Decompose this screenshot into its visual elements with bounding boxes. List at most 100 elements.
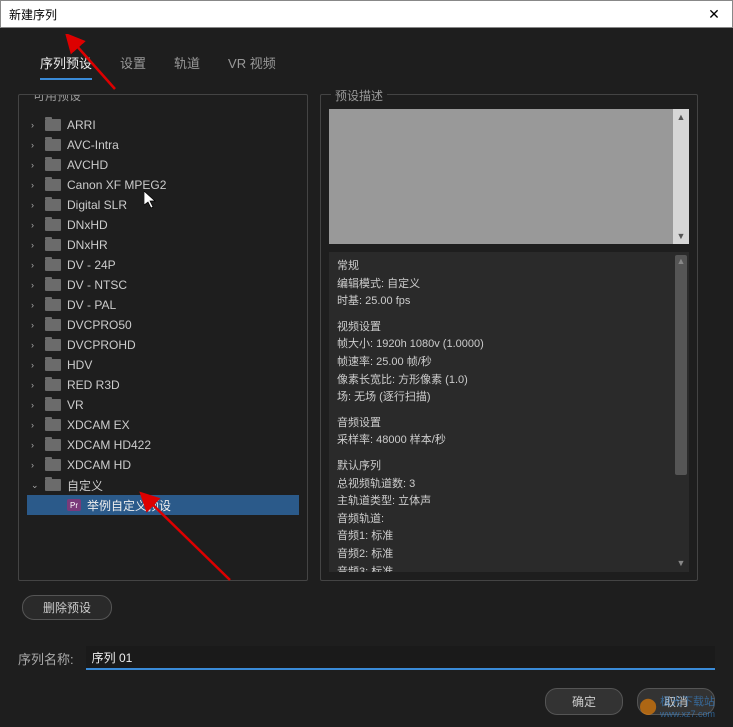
chevron-right-icon: › xyxy=(31,420,45,430)
chevron-right-icon: › xyxy=(31,440,45,450)
detail-heading: 常规 xyxy=(337,258,681,276)
tree-folder[interactable]: ›HDV xyxy=(27,355,299,375)
ok-button[interactable]: 确定 xyxy=(545,688,623,715)
detail-line: 音频2: 标准 xyxy=(337,546,681,564)
tree-folder[interactable]: ›VR xyxy=(27,395,299,415)
folder-icon xyxy=(45,279,61,291)
chevron-right-icon: › xyxy=(31,240,45,250)
tree-folder[interactable]: ›AVC-Intra xyxy=(27,135,299,155)
folder-icon xyxy=(45,199,61,211)
description-textarea[interactable]: ▲ ▼ xyxy=(329,109,689,244)
chevron-right-icon: › xyxy=(31,340,45,350)
tree-folder[interactable]: ›Digital SLR xyxy=(27,195,299,215)
tab-settings[interactable]: 设置 xyxy=(120,53,146,80)
tree-folder[interactable]: ›DV - NTSC xyxy=(27,275,299,295)
dialog-body: 序列预设 设置 轨道 VR 视频 可用预设 ›ARRI ›AVC-Intra ›… xyxy=(0,28,733,727)
scroll-thumb[interactable] xyxy=(675,255,687,475)
tab-sequence-preset[interactable]: 序列预设 xyxy=(40,53,92,80)
folder-icon xyxy=(45,259,61,271)
detail-line: 时基: 25.00 fps xyxy=(337,293,681,311)
detail-heading: 默认序列 xyxy=(337,458,681,476)
chevron-right-icon: › xyxy=(31,300,45,310)
chevron-right-icon: › xyxy=(31,220,45,230)
detail-line: 音频1: 标准 xyxy=(337,528,681,546)
delete-preset-button[interactable]: 删除预设 xyxy=(22,595,112,620)
tree-folder[interactable]: ›DV - PAL xyxy=(27,295,299,315)
preset-icon: Pr xyxy=(67,499,81,511)
tab-vr-video[interactable]: VR 视频 xyxy=(228,53,276,80)
detail-line: 总视频轨道数: 3 xyxy=(337,476,681,494)
chevron-right-icon: › xyxy=(31,280,45,290)
panel-label: 可用预设 xyxy=(29,94,85,104)
tree-folder[interactable]: ›Canon XF MPEG2 xyxy=(27,175,299,195)
folder-icon xyxy=(45,139,61,151)
panel-label: 预设描述 xyxy=(331,87,387,104)
tree-folder-custom[interactable]: ⌄自定义 xyxy=(27,475,299,495)
folder-icon xyxy=(45,299,61,311)
sequence-name-row: 序列名称: xyxy=(18,646,715,670)
preset-tree[interactable]: ›ARRI ›AVC-Intra ›AVCHD ›Canon XF MPEG2 … xyxy=(27,115,299,515)
chevron-right-icon: › xyxy=(31,180,45,190)
detail-heading: 视频设置 xyxy=(337,319,681,337)
tree-folder[interactable]: ›DNxHD xyxy=(27,215,299,235)
tree-folder[interactable]: ›AVCHD xyxy=(27,155,299,175)
scrollbar[interactable]: ▲ ▼ xyxy=(673,109,689,244)
folder-icon xyxy=(45,179,61,191)
tabs: 序列预设 设置 轨道 VR 视频 xyxy=(18,38,715,80)
scroll-up-icon[interactable]: ▲ xyxy=(677,112,686,122)
chevron-right-icon: › xyxy=(31,140,45,150)
detail-line: 编辑模式: 自定义 xyxy=(337,276,681,294)
tree-folder[interactable]: ›XDCAM HD422 xyxy=(27,435,299,455)
folder-icon xyxy=(45,319,61,331)
chevron-right-icon: › xyxy=(31,160,45,170)
detail-line: 音频3: 标准 xyxy=(337,564,681,573)
tree-folder[interactable]: ›XDCAM EX xyxy=(27,415,299,435)
chevron-down-icon: ⌄ xyxy=(31,480,45,491)
chevron-right-icon: › xyxy=(31,460,45,470)
tree-folder[interactable]: ›RED R3D xyxy=(27,375,299,395)
detail-line: 采样率: 48000 样本/秒 xyxy=(337,432,681,450)
chevron-right-icon: › xyxy=(31,200,45,210)
folder-icon xyxy=(45,239,61,251)
detail-line: 帧大小: 1920h 1080v (1.0000) xyxy=(337,336,681,354)
preset-details: 常规 编辑模式: 自定义 时基: 25.00 fps 视频设置 帧大小: 192… xyxy=(329,252,689,572)
custom-preset-item[interactable]: Pr举例自定义预设 xyxy=(27,495,299,515)
folder-icon xyxy=(45,479,61,491)
dialog-buttons: 确定 取消 ⬤ 极光下载站 www.xz7.com xyxy=(18,688,715,715)
detail-line: 场: 无场 (逐行扫描) xyxy=(337,389,681,407)
scroll-up-icon[interactable]: ▲ xyxy=(677,254,686,268)
sequence-name-input[interactable] xyxy=(86,646,715,670)
tree-folder[interactable]: ›DNxHR xyxy=(27,235,299,255)
tree-folder[interactable]: ›XDCAM HD xyxy=(27,455,299,475)
scrollbar[interactable]: ▲ ▼ xyxy=(673,252,689,572)
chevron-right-icon: › xyxy=(31,380,45,390)
folder-icon xyxy=(45,339,61,351)
chevron-right-icon: › xyxy=(31,120,45,130)
preset-description-panel: 预设描述 ▲ ▼ 常规 编辑模式: 自定义 时基: 25.00 fps 视频设置… xyxy=(320,94,698,581)
scroll-down-icon[interactable]: ▼ xyxy=(677,556,686,570)
tree-folder[interactable]: ›ARRI xyxy=(27,115,299,135)
cancel-button[interactable]: 取消 xyxy=(637,688,715,715)
chevron-right-icon: › xyxy=(31,320,45,330)
tree-folder[interactable]: ›DV - 24P xyxy=(27,255,299,275)
close-icon[interactable]: ✕ xyxy=(704,6,724,23)
detail-line: 音频轨道: xyxy=(337,511,681,529)
sequence-name-label: 序列名称: xyxy=(18,649,74,668)
folder-icon xyxy=(45,359,61,371)
window-title: 新建序列 xyxy=(9,6,704,23)
detail-line: 主轨道类型: 立体声 xyxy=(337,493,681,511)
tree-folder[interactable]: ›DVCPROHD xyxy=(27,335,299,355)
folder-icon xyxy=(45,399,61,411)
chevron-right-icon: › xyxy=(31,400,45,410)
tree-folder[interactable]: ›DVCPRO50 xyxy=(27,315,299,335)
detail-line: 帧速率: 25.00 帧/秒 xyxy=(337,354,681,372)
chevron-right-icon: › xyxy=(31,360,45,370)
folder-icon xyxy=(45,159,61,171)
tab-tracks[interactable]: 轨道 xyxy=(174,53,200,80)
folder-icon xyxy=(45,119,61,131)
folder-icon xyxy=(45,419,61,431)
folder-icon xyxy=(45,439,61,451)
folder-icon xyxy=(45,379,61,391)
title-bar: 新建序列 ✕ xyxy=(0,0,733,28)
scroll-down-icon[interactable]: ▼ xyxy=(677,231,686,241)
